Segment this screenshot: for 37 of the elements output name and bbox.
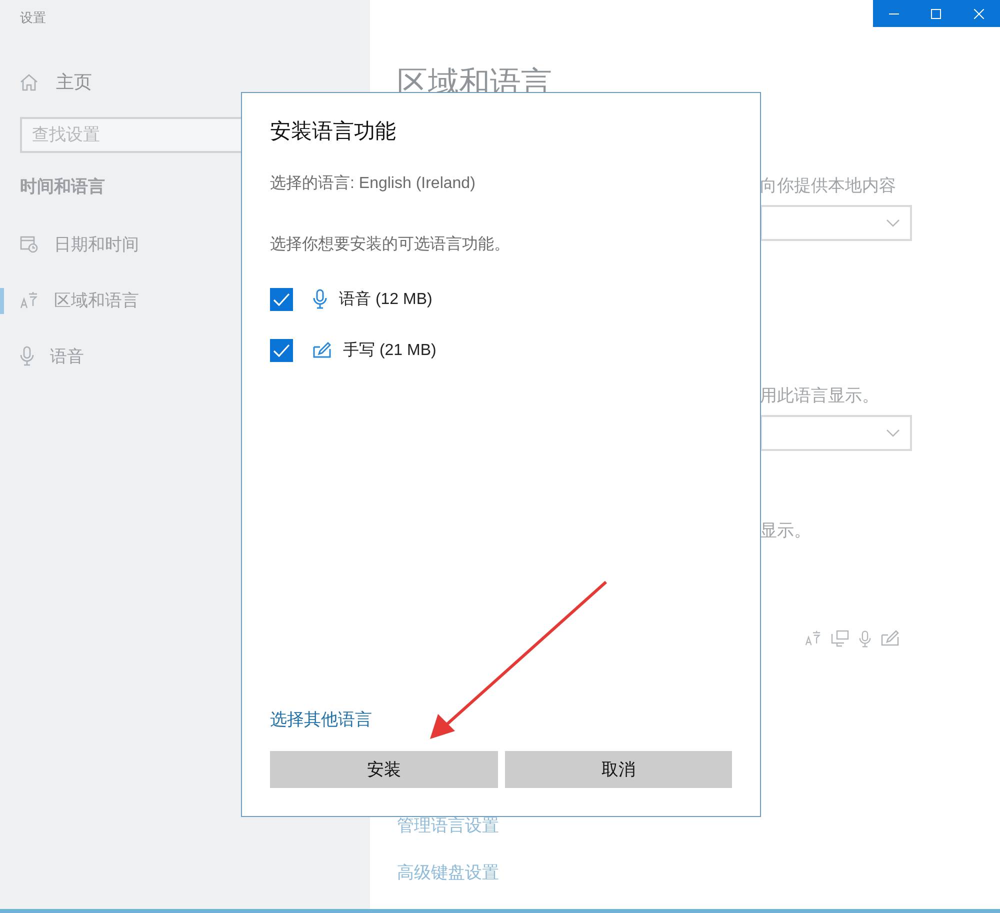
instruction-text: 选择你想要安装的可选语言功能。	[270, 234, 511, 255]
checkbox[interactable]	[270, 338, 293, 362]
section-heading: 时间和语言	[20, 176, 105, 198]
pen-icon	[313, 342, 331, 358]
maximize-icon	[931, 8, 942, 18]
checkbox[interactable]	[270, 288, 293, 310]
chevron-down-icon	[886, 429, 900, 437]
close-icon	[974, 8, 984, 18]
home-icon	[20, 74, 38, 90]
chevron-down-icon	[886, 219, 900, 227]
minimize-icon	[889, 12, 900, 14]
check-icon	[273, 344, 290, 356]
check-icon	[273, 292, 290, 306]
language-description: 显示。	[760, 520, 812, 542]
microphone-icon	[313, 289, 327, 309]
display-language-description: 用此语言显示。	[760, 385, 880, 407]
pen-icon	[881, 630, 899, 646]
feature-label: 语音 (12 MB)	[339, 290, 432, 310]
language-icon	[805, 630, 821, 646]
dialog-button[interactable]: 安装	[270, 751, 498, 788]
settings-link[interactable]: 管理语言设置	[397, 814, 499, 837]
sidebar-item[interactable]: 区域和语言	[0, 272, 145, 328]
microphone-icon	[859, 630, 871, 648]
home-link[interactable]: 主页	[0, 49, 92, 97]
language-icon	[20, 291, 38, 309]
window-title: 设置	[19, 9, 47, 27]
selected-language: 选择的语言: English (Ireland)	[270, 174, 476, 194]
monitor-icon	[831, 630, 849, 647]
feature-label: 手写 (21 MB)	[343, 340, 436, 360]
choose-language-link[interactable]: 选择其他语言	[270, 708, 372, 731]
dialog-button[interactable]: 取消	[504, 751, 732, 788]
calendar-clock-icon	[20, 235, 38, 253]
settings-link[interactable]: 高级键盘设置	[397, 861, 499, 884]
sidebar-item[interactable]: 日期和时间	[0, 216, 145, 272]
region-description: 向你提供本地内容	[760, 175, 897, 197]
microphone-icon	[20, 346, 34, 366]
sidebar-item[interactable]: 语音	[0, 328, 90, 384]
